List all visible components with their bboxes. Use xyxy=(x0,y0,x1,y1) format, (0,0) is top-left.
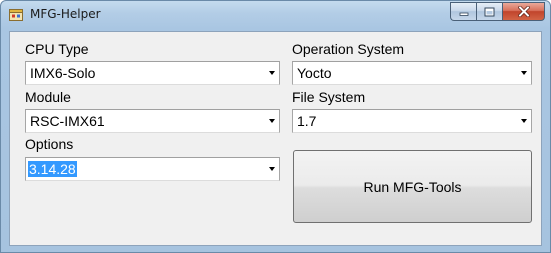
cpu-type-label: CPU Type xyxy=(25,41,89,57)
title-bar[interactable]: MFG-Helper xyxy=(1,1,550,29)
operation-system-select[interactable]: Yocto xyxy=(292,61,532,85)
file-system-value: 1.7 xyxy=(297,113,317,129)
module-label: Module xyxy=(25,89,71,105)
minimize-icon xyxy=(459,12,468,16)
close-icon xyxy=(517,6,530,17)
minimize-button[interactable] xyxy=(450,2,476,21)
chevron-down-icon xyxy=(269,119,275,123)
maximize-icon xyxy=(484,7,495,16)
module-value: RSC-IMX61 xyxy=(30,113,105,129)
options-select[interactable]: 3.14.28 xyxy=(25,157,280,181)
chevron-down-icon xyxy=(269,71,275,75)
window-title: MFG-Helper xyxy=(30,7,101,21)
app-window: MFG-Helper CPU Type IMX6-Solo Module RSC… xyxy=(0,0,551,253)
form-client-area: CPU Type IMX6-Solo Module RSC-IMX61 Opti… xyxy=(9,31,542,246)
run-mfg-tools-button[interactable]: Run MFG-Tools xyxy=(293,150,532,223)
options-label: Options xyxy=(25,136,74,152)
run-mfg-tools-label: Run MFG-Tools xyxy=(363,178,462,195)
cpu-type-select[interactable]: IMX6-Solo xyxy=(25,61,280,85)
module-select[interactable]: RSC-IMX61 xyxy=(25,109,280,133)
cpu-type-value: IMX6-Solo xyxy=(30,65,96,81)
app-window-icon xyxy=(9,9,23,21)
chevron-down-icon xyxy=(521,119,527,123)
file-system-label: File System xyxy=(292,89,366,105)
operation-system-value: Yocto xyxy=(297,65,332,81)
options-value: 3.14.28 xyxy=(28,161,77,177)
chevron-down-icon xyxy=(521,71,527,75)
maximize-button[interactable] xyxy=(476,2,502,21)
close-button[interactable] xyxy=(502,2,545,21)
caption-buttons xyxy=(450,2,545,21)
file-system-select[interactable]: 1.7 xyxy=(292,109,532,133)
chevron-down-icon xyxy=(269,167,275,171)
operation-system-label: Operation System xyxy=(292,41,405,57)
